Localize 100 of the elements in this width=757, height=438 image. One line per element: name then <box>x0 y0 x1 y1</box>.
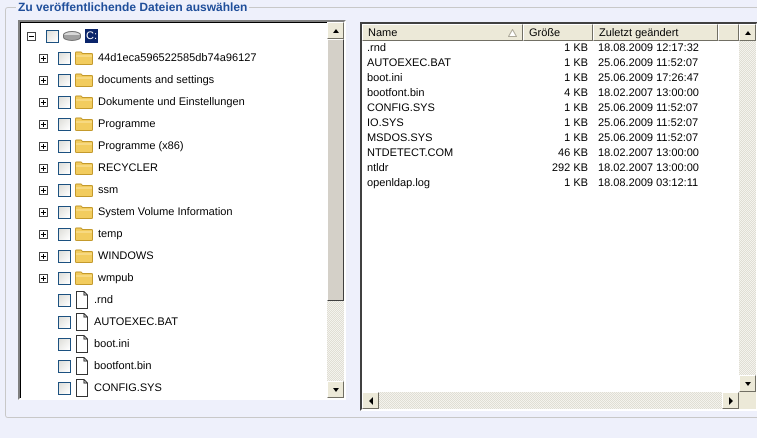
file-size-cell-text: 1 KB <box>563 71 589 86</box>
checkbox[interactable] <box>58 294 71 306</box>
tree-item[interactable]: System Volume Information <box>97 205 234 219</box>
scrollbar-corner <box>739 392 756 409</box>
modified-date-cell-text: 25.06.2009 11:52:07 <box>597 56 700 71</box>
file-size-cell-text: 1 KB <box>563 116 589 131</box>
tree-item[interactable]: RECYCLER <box>97 161 159 175</box>
tree-item[interactable]: ssm <box>97 183 120 197</box>
modified-date-cell-text: 18.02.2007 13:00:00 <box>597 146 700 161</box>
file-size-cell-text: 292 KB <box>550 161 589 176</box>
expand-icon[interactable] <box>39 208 48 216</box>
tree-item[interactable]: .rnd <box>93 293 114 307</box>
checkbox[interactable] <box>58 250 71 262</box>
horizontal-scrollbar[interactable] <box>362 392 739 409</box>
expand-icon[interactable] <box>39 142 48 150</box>
scroll-up-button[interactable] <box>739 24 756 41</box>
scroll-left-button[interactable] <box>362 392 379 409</box>
file-name-cell-text: ntldr <box>366 161 390 176</box>
checkbox[interactable] <box>58 338 71 350</box>
checkbox[interactable] <box>58 382 71 394</box>
checkbox[interactable] <box>58 74 71 86</box>
arrow-down-icon <box>332 386 340 392</box>
file-size-cell-text: 1 KB <box>563 56 589 71</box>
arrow-up-icon <box>332 28 340 34</box>
expand-icon[interactable] <box>39 164 48 172</box>
tree-item[interactable]: AUTOEXEC.BAT <box>93 315 179 329</box>
checkbox[interactable] <box>58 272 71 284</box>
file-name-cell-text: boot.ini <box>366 71 404 86</box>
modified-date-cell-text: 18.02.2007 13:00:00 <box>597 86 700 101</box>
folder-icon <box>75 183 93 197</box>
folder-icon <box>75 73 93 87</box>
column-header[interactable]: Zuletzt geändert <box>593 24 718 41</box>
tree-item[interactable]: CONFIG.SYS <box>93 381 163 395</box>
checkbox[interactable] <box>58 360 71 372</box>
checkbox[interactable] <box>58 96 71 108</box>
folder-icon <box>75 249 93 263</box>
tree-item[interactable]: C: <box>85 29 98 43</box>
file-name-cell-text: AUTOEXEC.BAT <box>366 56 452 71</box>
expand-icon[interactable] <box>39 76 48 84</box>
tree-item[interactable]: Programme <box>97 117 156 131</box>
checkbox[interactable] <box>58 52 71 64</box>
expand-icon[interactable] <box>39 252 48 260</box>
file-name-cell-text: NTDETECT.COM <box>366 146 454 161</box>
file-name-cell-text: .rnd <box>366 41 387 56</box>
arrow-up-icon <box>744 30 752 36</box>
expand-icon[interactable] <box>39 186 48 194</box>
checkbox[interactable] <box>58 316 71 328</box>
checkbox[interactable] <box>58 184 71 196</box>
file-size-cell-text: 4 KB <box>563 86 589 101</box>
tree-item[interactable]: 44d1eca596522585db74a96127 <box>97 51 258 65</box>
modified-date-cell-text: 25.06.2009 11:52:07 <box>597 131 700 146</box>
file-size-cell-text: 1 KB <box>563 176 589 191</box>
scroll-thumb[interactable] <box>327 39 344 301</box>
tree-item[interactable]: wmpub <box>97 271 134 285</box>
file-size-cell-text: 1 KB <box>563 101 589 116</box>
collapse-icon[interactable] <box>27 32 36 40</box>
checkbox[interactable] <box>58 206 71 218</box>
checkbox[interactable] <box>58 140 71 152</box>
column-header[interactable]: Name <box>362 24 523 41</box>
file-size-cell-text: 1 KB <box>563 131 589 146</box>
scroll-up-button[interactable] <box>327 22 344 39</box>
expand-icon[interactable] <box>39 230 48 238</box>
expand-icon[interactable] <box>39 98 48 106</box>
file-icon <box>75 357 89 375</box>
modified-date-cell-text: 25.06.2009 17:26:47 <box>597 71 700 86</box>
checkbox[interactable] <box>58 228 71 240</box>
arrow-right-icon <box>728 396 734 404</box>
checkbox[interactable] <box>46 30 59 42</box>
tree-item[interactable]: documents and settings <box>97 73 216 87</box>
expand-icon[interactable] <box>39 120 48 128</box>
tree-item[interactable]: WINDOWS <box>97 249 155 263</box>
file-icon <box>75 379 89 397</box>
tree-item[interactable]: Programme (x86) <box>97 139 185 153</box>
arrow-left-icon <box>368 396 374 404</box>
file-size-cell-text: 46 KB <box>557 146 589 161</box>
arrow-down-icon <box>744 380 752 386</box>
file-name-cell-text: MSDOS.SYS <box>366 131 434 146</box>
vertical-scrollbar[interactable] <box>327 22 344 398</box>
vertical-scrollbar[interactable] <box>739 24 756 392</box>
folder-icon <box>75 271 93 285</box>
checkbox[interactable] <box>58 118 71 130</box>
expand-icon[interactable] <box>39 54 48 62</box>
sort-arrow-icon <box>508 28 517 36</box>
scroll-down-button[interactable] <box>327 381 344 398</box>
column-header[interactable]: Größe <box>523 24 593 41</box>
checkbox[interactable] <box>58 162 71 174</box>
group-title: Zu veröffentlichende Dateien auswählen <box>17 0 248 14</box>
folder-icon <box>75 227 93 241</box>
scroll-down-button[interactable] <box>739 375 756 392</box>
tree-item[interactable]: bootfont.bin <box>93 359 152 373</box>
file-name-cell-text: CONFIG.SYS <box>366 101 436 116</box>
folder-icon <box>75 117 93 131</box>
scroll-right-button[interactable] <box>722 392 739 409</box>
file-size-cell-text: 1 KB <box>563 41 589 56</box>
folder-icon <box>75 139 93 153</box>
tree-item[interactable]: temp <box>97 227 124 241</box>
tree-item[interactable]: Dokumente und Einstellungen <box>97 95 246 109</box>
tree-item[interactable]: boot.ini <box>93 337 130 351</box>
folder-icon <box>75 51 93 65</box>
expand-icon[interactable] <box>39 274 48 282</box>
